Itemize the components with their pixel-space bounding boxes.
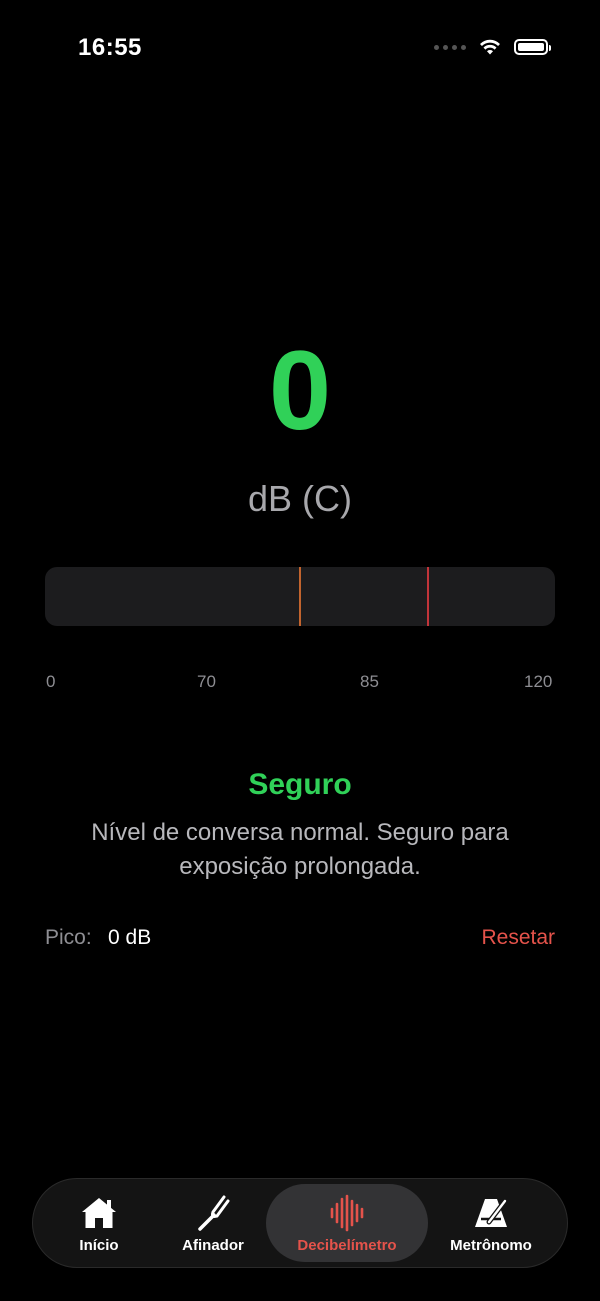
meter-scale: 0 70 85 120 (0, 672, 600, 694)
scale-label-0: 0 (46, 672, 56, 691)
scale-label-70: 70 (197, 672, 216, 691)
home-icon (79, 1193, 119, 1233)
status-icons (434, 38, 551, 56)
tab-label-decibelimetro: Decibelímetro (297, 1236, 397, 1254)
scale-label-120: 120 (524, 672, 553, 691)
battery-icon (514, 39, 551, 55)
signal-icon (434, 44, 466, 50)
decibel-unit: dB (C) (247, 478, 352, 519)
tab-inicio[interactable]: Início (63, 1179, 135, 1267)
safety-status-label: Seguro (248, 768, 352, 801)
safety-status-description: Nível de conversa normal. Seguro para ex… (91, 819, 509, 880)
waveform-icon (327, 1193, 367, 1233)
tab-bar: Início Afinador Decibelímetro Metrônomo (32, 1178, 568, 1268)
reset-button[interactable]: Resetar (481, 926, 555, 950)
scale-label-85: 85 (360, 672, 379, 691)
wifi-icon (480, 39, 500, 55)
decibel-reading: 0 (268, 328, 332, 453)
tab-label-inicio: Início (79, 1236, 119, 1254)
tab-decibelimetro[interactable]: Decibelímetro (266, 1184, 428, 1262)
tab-label-metronomo: Metrônomo (450, 1236, 532, 1254)
tuning-fork-icon (193, 1193, 233, 1233)
metronome-icon (471, 1193, 511, 1233)
level-meter (45, 567, 555, 626)
tab-afinador[interactable]: Afinador (173, 1179, 253, 1267)
status-time: 16:55 (78, 34, 142, 61)
status-bar: 16:55 (0, 0, 600, 90)
tab-label-afinador: Afinador (182, 1236, 244, 1254)
meter-marker-danger (427, 567, 429, 626)
peak-value: 0 dB (108, 926, 152, 949)
peak-row: Pico: 0 dB Resetar (45, 926, 555, 956)
peak-label: Pico: (45, 926, 92, 949)
meter-marker-warning (299, 567, 301, 626)
tab-metronomo[interactable]: Metrônomo (443, 1179, 539, 1267)
